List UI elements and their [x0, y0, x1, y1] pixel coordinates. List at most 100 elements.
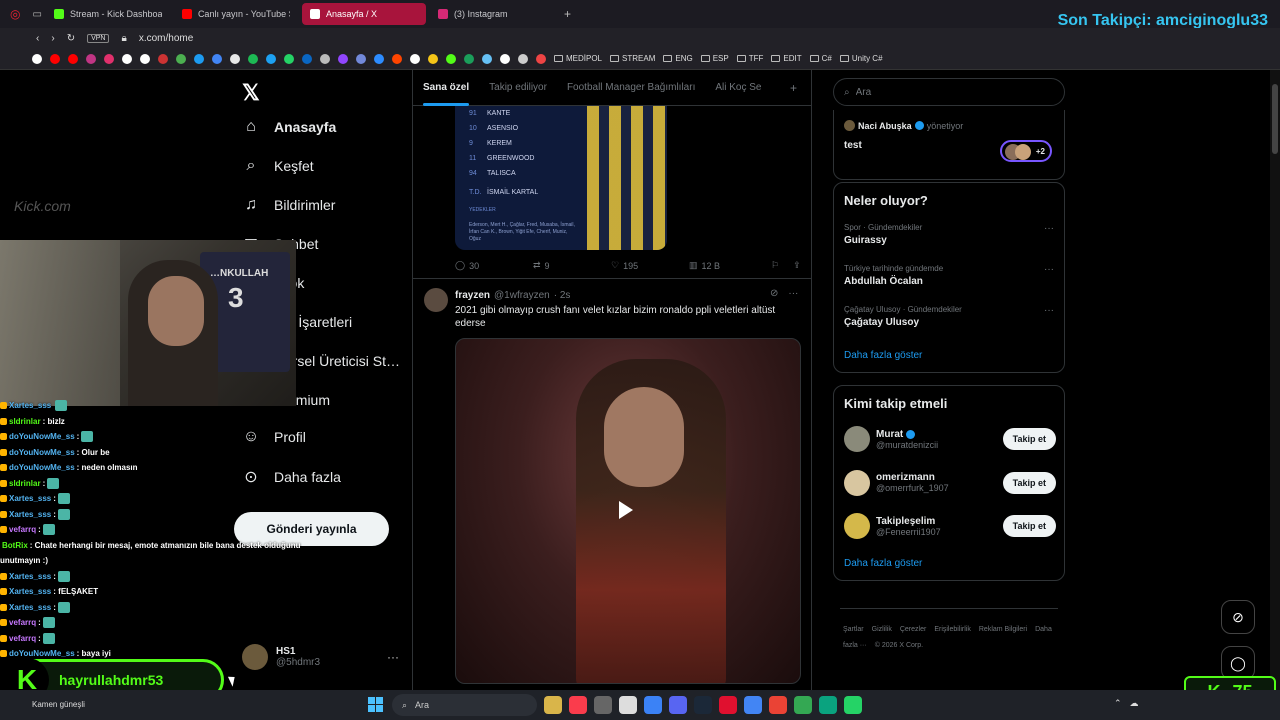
browser-tab[interactable]: Stream - Kick Dashboard	[46, 3, 170, 25]
footer-link[interactable]: Reklam Bilgileri	[979, 626, 1027, 633]
chatgpt-icon[interactable]	[619, 696, 637, 714]
file-explorer-icon[interactable]	[544, 696, 562, 714]
reply-button[interactable]: ◯ 30	[455, 260, 533, 271]
search-box[interactable]: ⌕	[833, 78, 1065, 106]
nav-item-9[interactable]: ☺ Profil	[242, 428, 306, 446]
bookmark-icon[interactable]	[158, 53, 168, 64]
add-tab-icon[interactable]: +	[790, 81, 811, 95]
bookmark-folder[interactable]: C#	[809, 54, 832, 63]
music-icon[interactable]	[569, 696, 587, 714]
cloud-icon[interactable]: ☁	[1130, 698, 1139, 709]
bookmark-icon[interactable]	[392, 53, 402, 64]
bookmark-icon[interactable]	[140, 53, 150, 64]
browser-tab[interactable]: Anasayfa / X	[301, 3, 426, 25]
bookmark-icon[interactable]: ⚐	[771, 260, 779, 271]
bookmark-icon[interactable]	[428, 53, 438, 64]
timeline-tab[interactable]: Sana özel	[413, 70, 479, 106]
bookmark-icon[interactable]	[320, 53, 330, 64]
bookmark-icon[interactable]	[86, 53, 96, 64]
follow-suggestion[interactable]: omerizmann @omerrfurk_1907 Takip et	[844, 469, 1056, 496]
bookmark-folder[interactable]: ESP	[700, 54, 729, 63]
avatar[interactable]	[424, 288, 448, 312]
bookmark-icon[interactable]	[230, 53, 240, 64]
trend-item[interactable]: Spor · Gündemdekiler Guirassy ···	[844, 223, 1054, 246]
bookmark-icon[interactable]	[536, 53, 546, 64]
bookmark-icon[interactable]	[356, 53, 366, 64]
follow-suggestion[interactable]: Murat @muratdenizcii Takip et	[844, 426, 1056, 452]
show-more-link[interactable]: Daha fazla göster	[844, 558, 922, 569]
taskbar-search[interactable]: ⌕ Ara	[392, 694, 537, 716]
browser-tab[interactable]: (3) Instagram	[430, 3, 554, 25]
bookmark-icon[interactable]	[446, 53, 456, 64]
opera-icon[interactable]	[719, 696, 737, 714]
like-button[interactable]: ♡ 195	[611, 260, 689, 271]
forward-icon[interactable]: ›	[51, 33, 54, 44]
bookmark-icon[interactable]	[518, 53, 528, 64]
chrome-dev-icon[interactable]	[794, 696, 812, 714]
nav-item-10[interactable]: ⊙ Daha fazla	[242, 467, 341, 487]
bookmark-icon[interactable]	[122, 53, 132, 64]
bookmark-icon[interactable]	[248, 53, 258, 64]
grok-icon[interactable]: ⊘	[770, 288, 778, 299]
follow-button[interactable]: Takip et	[1002, 428, 1056, 450]
tweet-video[interactable]	[455, 338, 801, 684]
follow-button[interactable]: Takip et	[1002, 515, 1056, 537]
more-icon[interactable]: ···	[1044, 264, 1054, 275]
bookmark-icon[interactable]	[194, 53, 204, 64]
bookmark-folder[interactable]: EDIT	[771, 54, 802, 63]
chevron-up-icon[interactable]: ⌃	[1114, 698, 1122, 709]
tweet-author[interactable]: frayzen	[455, 290, 490, 301]
trend-item[interactable]: Türkiye tarihinde gündemde Abdullah Öcala…	[844, 264, 1054, 287]
bookmark-icon[interactable]	[374, 53, 384, 64]
steam-icon[interactable]	[694, 696, 712, 714]
bookmark-icon[interactable]	[410, 53, 420, 64]
grok-button[interactable]: ⊘	[1221, 600, 1255, 634]
media-icon[interactable]	[594, 696, 612, 714]
community-card[interactable]: Naci Abuşka yönetiyor test +2	[833, 110, 1065, 180]
footer-link[interactable]: © 2026 X Corp.	[875, 642, 923, 649]
search-input[interactable]	[855, 86, 1046, 98]
nav-item-2[interactable]: ⌕ Keşfet	[242, 157, 314, 175]
bookmark-icon[interactable]	[500, 53, 510, 64]
edge-icon[interactable]	[819, 696, 837, 714]
vpn-icon[interactable]	[644, 696, 662, 714]
footer-link[interactable]: Şartlar	[843, 626, 864, 633]
show-more-link[interactable]: Daha fazla göster	[844, 350, 922, 361]
start-icon[interactable]	[368, 697, 383, 712]
bookmark-folder[interactable]: STREAM	[610, 54, 655, 63]
community-members[interactable]: +2	[1000, 140, 1052, 162]
browser-tab[interactable]: Canlı yayın - YouTube Stud	[174, 3, 298, 25]
footer-link[interactable]: Erişilebilirlik	[934, 626, 971, 633]
browser-logo-icon[interactable]: ◎	[10, 7, 20, 21]
chrome-alt-icon[interactable]	[769, 696, 787, 714]
trend-item[interactable]: Çağatay Ulusoy · Gündemdekiler Çağatay Ul…	[844, 305, 1054, 328]
follow-suggestion[interactable]: Takipleşelim @Feneerrii1907 Takip et	[844, 513, 1056, 539]
share-icon[interactable]: ⇪	[793, 260, 801, 271]
more-icon[interactable]: ···	[387, 650, 399, 664]
bookmark-icon[interactable]	[338, 53, 348, 64]
footer-link[interactable]: Gizlilik	[872, 626, 892, 633]
bookmark-icon[interactable]	[68, 53, 78, 64]
more-icon[interactable]: ···	[1044, 223, 1054, 234]
scroll-thumb[interactable]	[1272, 84, 1278, 154]
tweet-handle[interactable]: @1wfrayzen	[494, 290, 550, 301]
scrollbar[interactable]	[1270, 70, 1280, 690]
bookmark-icon[interactable]	[212, 53, 222, 64]
timeline-tab[interactable]: Takip ediliyor	[479, 70, 557, 106]
chrome-icon[interactable]	[744, 696, 762, 714]
account-switcher[interactable]: HS1 @5hdmr3 ···	[242, 644, 402, 670]
bookmark-icon[interactable]	[302, 53, 312, 64]
play-icon[interactable]	[619, 501, 633, 519]
timeline-tab[interactable]: Football Manager Bağımlıları	[557, 70, 705, 106]
tweet-time[interactable]: · 2s	[554, 290, 571, 301]
bookmark-folder[interactable]: MEDİPOL	[554, 54, 602, 63]
views-button[interactable]: ▥ 12 B	[689, 260, 771, 271]
discord-icon[interactable]	[669, 696, 687, 714]
weather-widget[interactable]: Kamen güneşli	[32, 700, 85, 709]
nav-item-3[interactable]: ♫ Bildirimler	[242, 196, 335, 214]
more-icon[interactable]: ···	[788, 288, 798, 299]
bookmark-icon[interactable]	[32, 53, 42, 64]
x-logo-icon[interactable]: 𝕏	[242, 80, 260, 106]
url-field[interactable]: x.com/home	[139, 33, 193, 44]
back-icon[interactable]: ‹	[36, 33, 39, 44]
